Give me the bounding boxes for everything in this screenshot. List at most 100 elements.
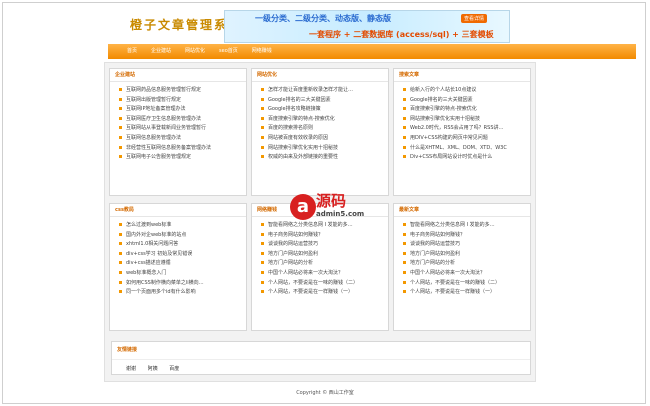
nav-item-seo[interactable]: seo首页 xyxy=(212,44,245,59)
bullet-icon xyxy=(261,97,264,101)
bullet-icon xyxy=(119,116,122,120)
panel-css: css教局 怎么过渡到web标准 国内外对企web标准的站点 xhtml1.0相… xyxy=(109,203,247,331)
nav-item-optimization[interactable]: 网站优化 xyxy=(178,44,212,59)
bullet-icon xyxy=(403,280,406,284)
panel-title[interactable]: 企业建站 xyxy=(110,69,246,82)
list-item[interactable]: 怎样才能让百度重新收录怎样才能让… xyxy=(261,86,388,96)
panel-title[interactable]: 最新文章 xyxy=(394,204,530,217)
banner-line2: 一套程序 + 二套数据库 (access/sql) + 三套模板 xyxy=(309,30,494,39)
bullet-icon xyxy=(119,88,122,91)
list-item[interactable]: 个人网站，不要说是在一味的赚钱（二） xyxy=(261,279,388,289)
list-item[interactable]: 同一个页面用多个id有什么影响 xyxy=(119,288,246,298)
list-item[interactable]: 国内外对企web标准的站点 xyxy=(119,231,246,241)
list-item[interactable]: Web2.0时代，RSS会占用了吗？RSS讲… xyxy=(403,124,530,134)
list-item[interactable]: 网站搜索引擎优化实用十招秘技 xyxy=(403,115,530,125)
panel-title[interactable]: 网站优化 xyxy=(252,69,388,82)
list-item[interactable]: 地方门户网站如何盈利 xyxy=(403,250,530,260)
bullet-icon xyxy=(119,232,122,236)
friend-link[interactable]: 百度 xyxy=(169,366,179,372)
list-item[interactable]: 地方门户网站的分析 xyxy=(261,259,388,269)
bullet-icon xyxy=(119,290,122,294)
list-item[interactable]: 个人网站，不要说是在一样赚钱（一） xyxy=(261,288,388,298)
bullet-icon xyxy=(261,155,264,159)
banner-line1: 一级分类、二级分类、动态版、静态版 xyxy=(255,14,391,23)
friend-link[interactable]: 阿姨 xyxy=(148,366,158,372)
list-item[interactable]: div+css描述应遵循 xyxy=(119,259,246,269)
list-item[interactable]: 百度的搜索排名原则 xyxy=(261,124,388,134)
list-item[interactable]: 电子商务网站如何赚钱？ xyxy=(261,231,388,241)
nav-item-home[interactable]: 首页 xyxy=(120,44,144,59)
list-item[interactable]: 怎么过渡到web标准 xyxy=(119,221,246,231)
list-item[interactable]: 电子商务网站如何赚钱？ xyxy=(403,231,530,241)
list-item[interactable]: 谈谈我的网站运营技巧 xyxy=(403,240,530,250)
list-item[interactable]: 百度搜索引擎的特点-搜索优化 xyxy=(261,115,388,125)
list-item[interactable]: 地方门户网站如何盈利 xyxy=(261,250,388,260)
panel-title[interactable]: css教局 xyxy=(110,204,246,217)
nav-item-money[interactable]: 网络赚钱 xyxy=(245,44,279,59)
list-item[interactable]: 个人网站，不要说是在一样赚钱（一） xyxy=(403,288,530,298)
panel-search-articles: 搜索文章 给新入行的个人站长10点建议 Google排名的三大关键因素 百度搜索… xyxy=(393,68,531,196)
list-item[interactable]: 互联网信息服务管理办法 xyxy=(119,134,246,144)
bullet-icon xyxy=(261,126,264,130)
list-item[interactable]: 智能看网络之分类信息网 I 发能的多… xyxy=(403,221,530,231)
bullet-icon xyxy=(261,251,264,255)
main-nav: 首页 企业建站 网站优化 seo首页 网络赚钱 xyxy=(108,44,636,59)
bullet-icon xyxy=(119,280,122,284)
list-item[interactable]: 什么是XHTML、XML、DOM、XTD、W3C xyxy=(403,144,530,154)
list-item[interactable]: 互联网医疗卫生信息服务管理办法 xyxy=(119,115,246,125)
bullet-icon xyxy=(119,145,122,149)
list-item[interactable]: 谈谈我的网站运营技巧 xyxy=(261,240,388,250)
bullet-icon xyxy=(261,261,264,265)
panel-title[interactable]: 搜索文章 xyxy=(394,69,530,82)
bullet-icon xyxy=(261,270,264,274)
list-item[interactable]: 互联网出版管理暂行规定 xyxy=(119,96,246,106)
friend-link[interactable]: 谢谢 xyxy=(126,366,136,372)
list-item[interactable]: 地方门户网站的分析 xyxy=(403,259,530,269)
banner-badge[interactable]: 查看详情 xyxy=(460,14,487,23)
list-item[interactable]: 互联网药品信息服务管理暂行规定 xyxy=(119,86,246,96)
list-item[interactable]: 用DIV+CSS构建的网页中常见问题 xyxy=(403,134,530,144)
list-item[interactable]: 网站搜索引擎优化实用十招秘技 xyxy=(261,144,388,154)
watermark-sub: admin5.com xyxy=(316,210,365,218)
bullet-icon xyxy=(403,232,406,236)
bullet-icon xyxy=(119,107,122,111)
friend-links-panel: 友情链接 谢谢 阿姨 百度 xyxy=(111,341,531,375)
list-item[interactable]: 权威的由来及外部链接的重要性 xyxy=(261,153,388,163)
bullet-icon xyxy=(119,126,122,130)
list-item[interactable]: 网站被百度有效收录的原因 xyxy=(261,134,388,144)
bullet-icon xyxy=(403,88,406,91)
list-item[interactable]: xhtml1.0相关问题问答 xyxy=(119,240,246,250)
bullet-icon xyxy=(403,116,406,120)
nav-item-enterprise[interactable]: 企业建站 xyxy=(144,44,178,59)
bullet-icon xyxy=(403,107,406,111)
list-item[interactable]: div+css学习 初始及常见错误 xyxy=(119,250,246,260)
bullet-icon xyxy=(119,251,122,255)
list-item[interactable]: 给新入行的个人站长10点建议 xyxy=(403,86,530,96)
bullet-icon xyxy=(403,135,406,139)
list-item[interactable]: 互联网IP地址备案管理办法 xyxy=(119,105,246,115)
list-item[interactable]: Google排名攻略链接策 xyxy=(261,105,388,115)
list-item[interactable]: 个人网站，不要说是在一味的赚钱（二） xyxy=(403,279,530,289)
ad-banner[interactable]: 一级分类、二级分类、动态版、静态版 查看详情 一套程序 + 二套数据库 (acc… xyxy=(224,10,510,43)
bullet-icon xyxy=(403,223,406,226)
list-item[interactable]: web标准概念入门 xyxy=(119,269,246,279)
list-item[interactable]: Google排名的三大关键因素 xyxy=(403,96,530,106)
panel-enterprise: 企业建站 互联网药品信息服务管理暂行规定 互联网出版管理暂行规定 互联网IP地址… xyxy=(109,68,247,196)
list-item[interactable]: Google排名的三大关键因素 xyxy=(261,96,388,106)
list-item[interactable]: 中国个人网站必将来一次大淘汰？ xyxy=(403,269,530,279)
bullet-icon xyxy=(119,97,122,101)
list-item[interactable]: 如何用CSS制作横向菜单之li横向… xyxy=(119,279,246,289)
bullet-icon xyxy=(261,135,264,139)
list-item[interactable]: Div+CSS布局网站设计时优点是什么 xyxy=(403,153,530,163)
watermark-logo: a 源码 admin5.com xyxy=(288,190,376,224)
footer-copyright: Copyright © 西山工作室 xyxy=(296,390,354,396)
bullet-icon xyxy=(119,242,122,246)
list-item[interactable]: 互联网站从事登载新闻业务管理暂行 xyxy=(119,124,246,134)
bullet-icon xyxy=(403,145,406,149)
list-item[interactable]: 中国个人网站必将来一次大淘汰？ xyxy=(261,269,388,279)
bullet-icon xyxy=(403,242,406,246)
list-item[interactable]: 非经营性互联网信息服务备案管理办法 xyxy=(119,144,246,154)
list-item[interactable]: 互联网电子公告服务管理规定 xyxy=(119,153,246,163)
list-item[interactable]: 百度搜索引擎的特点-搜索优化 xyxy=(403,105,530,115)
bullet-icon xyxy=(261,242,264,246)
